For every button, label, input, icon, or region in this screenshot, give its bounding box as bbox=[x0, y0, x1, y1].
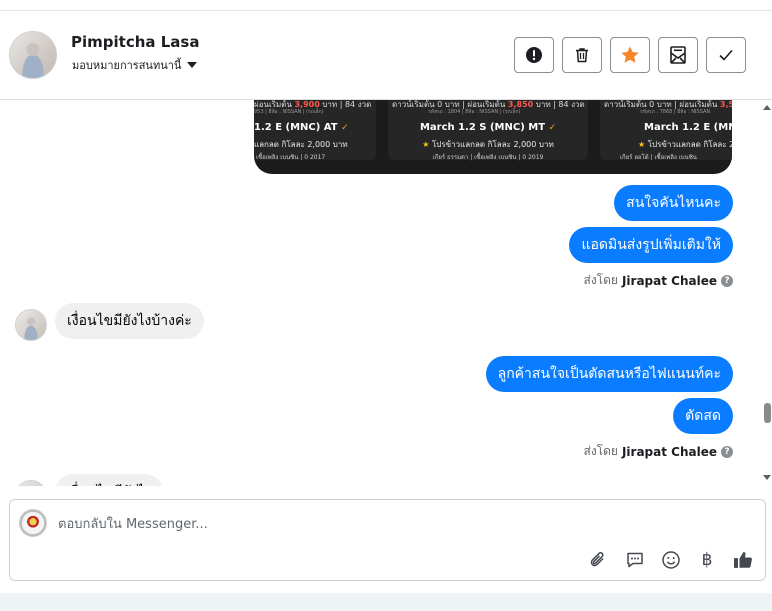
bottom-strip bbox=[0, 593, 772, 611]
card-price-suffix: บาท | 84 งวด bbox=[319, 100, 372, 109]
outgoing-message[interactable]: ตัดสด bbox=[673, 398, 733, 434]
mark-done-button[interactable] bbox=[706, 37, 746, 73]
saved-replies-button[interactable] bbox=[622, 547, 648, 573]
card-title: March 1.2 E (MNC bbox=[644, 122, 732, 133]
scroll-up-arrow-icon[interactable] bbox=[763, 105, 771, 110]
sent-by-prefix: ส่งโดย bbox=[583, 444, 618, 458]
card-title-row: March 1.2 S (MNC) MT ✓ bbox=[388, 122, 588, 133]
trash-icon bbox=[576, 48, 588, 63]
card-price: 3,5 bbox=[719, 100, 732, 109]
card-meta: เชื้อเพลิง เบนซิน | 0 2017 bbox=[256, 154, 326, 161]
emoji-button[interactable] bbox=[658, 547, 684, 573]
card-code-row: รหัสรถ : 7868 | ยี่ห้อ : NISSAN bbox=[640, 109, 711, 115]
attach-button[interactable] bbox=[585, 547, 611, 573]
reply-input[interactable] bbox=[58, 514, 658, 534]
sent-by-prefix: ส่งโดย bbox=[583, 273, 618, 287]
saved-reply-icon bbox=[627, 552, 643, 568]
contact-name[interactable]: Pimpitcha Lasa bbox=[71, 33, 199, 51]
caret-down-icon bbox=[187, 62, 198, 68]
scroll-down-arrow-icon[interactable] bbox=[763, 475, 771, 480]
star-icon bbox=[621, 46, 639, 63]
outgoing-message[interactable]: สนใจคันไหนคะ bbox=[614, 185, 733, 221]
assign-dropdown[interactable]: มอบหมายการสนทนานี้ bbox=[72, 56, 198, 74]
conversation-header: Pimpitcha Lasa มอบหมายการสนทนานี้ bbox=[0, 11, 772, 100]
carousel-card[interactable]: ผ่อนเริ่มต้น 3,900 บาท | 84 งวด 953 | ยี… bbox=[254, 100, 376, 161]
emoji-icon bbox=[662, 551, 680, 569]
card-title: March 1.2 S (MNC) MT bbox=[419, 122, 546, 133]
outgoing-message[interactable]: แอดมินส่งรูปเพิ่มเติมให้ bbox=[569, 227, 733, 263]
spam-icon bbox=[526, 47, 542, 63]
help-icon[interactable]: ? bbox=[721, 445, 733, 458]
star-icon: ★ bbox=[422, 140, 430, 149]
card-code-row: 953 | ยี่ห้อ : NISSAN | (รถเล็ก) bbox=[254, 109, 324, 115]
contact-avatar[interactable] bbox=[9, 31, 57, 79]
like-button[interactable] bbox=[730, 547, 756, 573]
outgoing-message[interactable]: ลูกค้าสนใจเป็นตัดสนหรือไฟแนนท์คะ bbox=[485, 356, 733, 392]
assign-label: มอบหมายการสนทนานี้ bbox=[72, 59, 182, 72]
sent-by-name: Jirapat Chalee bbox=[621, 444, 717, 459]
mark-unread-button[interactable] bbox=[658, 37, 698, 73]
card-title: 1.2 E (MNC) AT bbox=[254, 122, 338, 133]
product-carousel[interactable]: ผ่อนเริ่มต้น 3,900 บาท | 84 งวด 953 | ยี… bbox=[254, 100, 732, 174]
help-icon[interactable]: ? bbox=[721, 274, 733, 287]
incoming-message[interactable]: เงื่อนไขมียังไงบ้างค่ะ bbox=[55, 303, 204, 339]
like-icon bbox=[734, 552, 752, 568]
star-button[interactable] bbox=[610, 37, 650, 73]
mark-spam-button[interactable] bbox=[514, 37, 554, 73]
page-avatar bbox=[19, 509, 47, 537]
delete-button[interactable] bbox=[562, 37, 602, 73]
sent-by-label: ส่งโดย Jirapat Chalee ? bbox=[583, 271, 733, 290]
card-meta: เกียร์ ออโต้ | เชื้อเพลิง เบนซิน bbox=[620, 154, 697, 161]
paperclip-icon bbox=[590, 552, 604, 567]
card-code-row: รหัสรถ : 1804 | ยี่ห้อ : NISSAN | (รถเล็… bbox=[428, 109, 521, 115]
chat-scrollbar[interactable] bbox=[762, 100, 772, 486]
contact-avatar-small[interactable] bbox=[15, 480, 47, 486]
sent-by-label: ส่งโดย Jirapat Chalee ? bbox=[583, 442, 733, 461]
verified-icon: ✓ bbox=[548, 123, 557, 133]
sent-by-name: Jirapat Chalee bbox=[621, 273, 717, 288]
contact-avatar-small[interactable] bbox=[15, 309, 47, 341]
message-thread[interactable]: ผ่อนเริ่มต้น 3,900 บาท | 84 งวด 953 | ยี… bbox=[0, 100, 772, 486]
card-price-suffix: บาท | 84 งวด bbox=[533, 100, 585, 109]
mark-unread-icon bbox=[670, 46, 686, 64]
card-promo: แลกลด กิโลละ 2,000 บาท bbox=[254, 140, 348, 149]
scrollbar-thumb[interactable] bbox=[764, 403, 771, 423]
card-promo-row: ★ โปรข้าวแลกลด กิโลละ 2,0 bbox=[638, 138, 732, 151]
card-meta: เกียร์ ธรรมดา | เชื้อเพลิง เบนซิน | 0 20… bbox=[432, 154, 544, 161]
carousel-card[interactable]: ดาวน์เริ่มต้น 0 บาท | ผ่อนเริ่มต้น 3,850… bbox=[388, 100, 588, 161]
card-promo-row: ★ โปรข้าวแลกลด กิโลละ 2,000 บาท bbox=[388, 138, 588, 151]
card-promo: โปรข้าวแลกลด กิโลละ 2,000 บาท bbox=[431, 140, 554, 149]
card-promo: โปรข้าวแลกลด กิโลละ 2,0 bbox=[647, 140, 732, 149]
payment-button[interactable]: ฿ bbox=[694, 547, 720, 573]
carousel-card[interactable]: ดาวน์เริ่มต้น 0 บาท | ผ่อนเริ่มต้น 3,5 ร… bbox=[600, 100, 732, 161]
verified-icon: ✓ bbox=[341, 123, 349, 133]
baht-icon: ฿ bbox=[701, 550, 713, 570]
incoming-message[interactable]: เงื่อนไขมียังไง bbox=[55, 474, 164, 486]
check-icon bbox=[719, 49, 733, 61]
star-icon: ★ bbox=[638, 140, 646, 149]
card-title-row: 1.2 E (MNC) AT ✓ bbox=[254, 122, 376, 133]
reply-composer: ฿ bbox=[9, 499, 766, 581]
